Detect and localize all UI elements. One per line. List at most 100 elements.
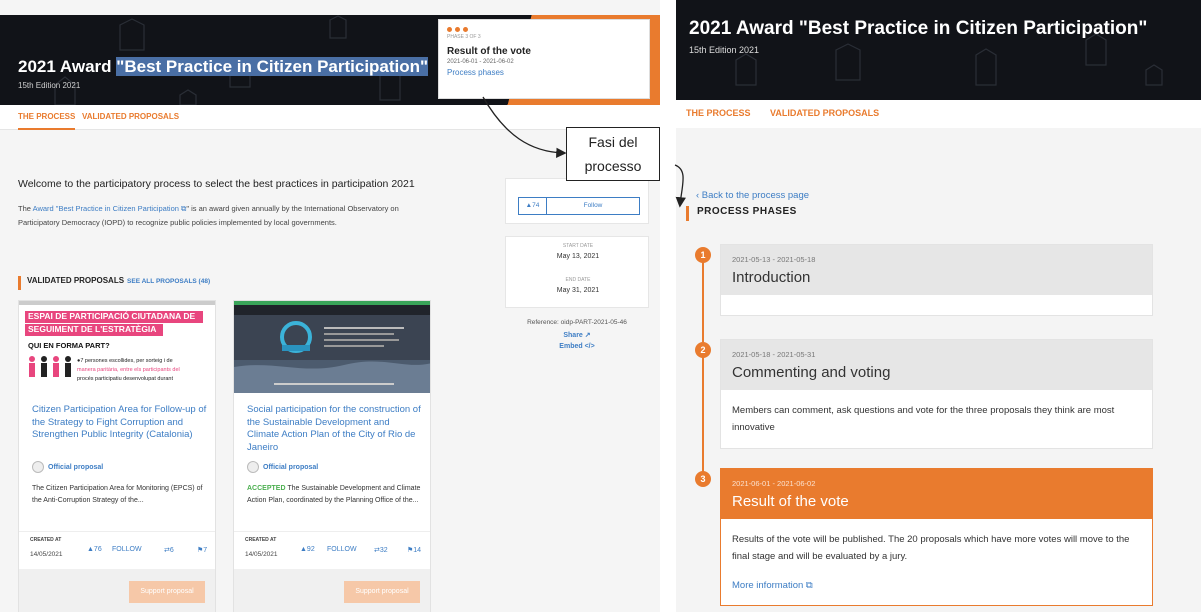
created-label: CREATED AT: [245, 537, 277, 543]
reference-text: Reference: oidp-PART-2021-05-46: [527, 319, 627, 326]
follow-box: ▲74 Follow: [505, 178, 649, 224]
people-icon: [29, 356, 71, 377]
phase-number-badge: 2: [695, 342, 711, 358]
official-proposal-label[interactable]: Official proposal: [48, 464, 103, 471]
proposal-image: [234, 301, 430, 393]
phase-progress-dots: [447, 26, 641, 32]
phase-name: Commenting and voting: [732, 364, 891, 381]
supports-count: ▲76: [87, 546, 102, 553]
back-to-process-link[interactable]: ‹ Back to the process page: [696, 190, 809, 201]
welcome-heading: Welcome to the participatory process to …: [18, 178, 415, 190]
proposal-author: Official proposal: [247, 461, 318, 473]
comments-count: ⇄6: [164, 547, 174, 554]
supports-count: ▲92: [300, 546, 315, 553]
follow-label: Follow: [583, 202, 603, 209]
proposal-card[interactable]: ESPAI DE PARTICIPACIÓ CIUTADANA DE SEGUI…: [18, 300, 216, 612]
award-link[interactable]: Award "Best Practice in Citizen Particip…: [33, 204, 187, 213]
phase-dot: [455, 26, 460, 32]
hero-banner: 2021 Award "Best Practice in Citizen Par…: [676, 0, 1201, 100]
see-all-proposals-link[interactable]: SEE ALL PROPOSALS (48): [127, 278, 210, 285]
divider: [234, 531, 430, 532]
tab-the-process[interactable]: THE PROCESS: [686, 108, 751, 118]
phase-dates: 2021-06-01 - 2021-06-02: [447, 59, 514, 65]
phase-item-commenting: 2021-05-18 - 2021-05-31 Commenting and v…: [720, 339, 1153, 449]
follow-button[interactable]: FOLLOW: [327, 546, 357, 553]
phase-card[interactable]: PHASE 3 OF 3 Result of the vote 2021-06-…: [438, 19, 650, 99]
created-date: 14/05/2021: [30, 551, 63, 558]
created-label: CREATED AT: [30, 537, 62, 543]
dates-box: START DATE May 13, 2021 END DATE May 31,…: [505, 236, 649, 308]
callout-box: Fasi del processo: [566, 127, 660, 181]
phase-item-introduction: 2021-05-13 - 2021-05-18 Introduction: [720, 244, 1153, 316]
image-text: ●7 persones escollides, per sorteig i de: [77, 358, 173, 364]
process-phases-heading: PROCESS PHASES: [686, 206, 797, 221]
hero-title: 2021 Award "Best Practice in Citizen Par…: [18, 57, 429, 77]
phase-number-badge: 1: [695, 247, 711, 263]
phase-dates: 2021-06-01 - 2021-06-02: [732, 479, 816, 488]
callout-text: Fasi del: [588, 134, 638, 150]
phase-name: Result of the vote: [732, 493, 849, 510]
avatar: [32, 461, 44, 473]
phase-counter: PHASE 3 OF 3: [447, 34, 481, 40]
process-phases-link[interactable]: Process phases: [447, 68, 641, 77]
tab-validated-proposals[interactable]: VALIDATED PROPOSALS: [82, 112, 179, 121]
hero-title: 2021 Award "Best Practice in Citizen Par…: [689, 18, 1148, 39]
callout-text: processo: [584, 158, 642, 174]
proposal-description: The Citizen Participation Area for Monit…: [32, 485, 203, 504]
tab-bar: THE PROCESS VALIDATED PROPOSALS: [0, 105, 660, 130]
divider: [19, 531, 215, 532]
left-screenshot: 2021 Award "Best Practice in Citizen Par…: [0, 0, 660, 612]
avatar: [247, 461, 259, 473]
share-link[interactable]: Share ↗: [505, 331, 649, 339]
desc-text: The: [18, 204, 33, 213]
phase-name: Result of the vote: [447, 46, 531, 57]
endorsements-count: ⚑14: [407, 547, 422, 554]
follow-button[interactable]: ▲74 Follow: [518, 197, 640, 215]
image-caption: QUI EN FORMA PART?: [28, 341, 110, 350]
start-date-value: May 13, 2021: [556, 253, 600, 260]
phase-dates: 2021-05-13 - 2021-05-18: [732, 255, 816, 264]
accepted-badge: ACCEPTED: [247, 485, 286, 492]
hero-title-highlight: "Best Practice in Citizen Participation": [116, 57, 429, 76]
hero-subtitle: 15th Edition 2021: [18, 81, 81, 90]
image-text: manera paritària, entre els participants…: [77, 367, 180, 373]
phase-number-badge: 3: [695, 471, 711, 487]
validated-proposals-heading: VALIDATED PROPOSALS SEE ALL PROPOSALS (48…: [18, 276, 210, 290]
tab-the-process[interactable]: THE PROCESS: [18, 112, 76, 130]
proposal-title[interactable]: Social participation for the constructio…: [247, 404, 423, 454]
endorsements-count: ⚑7: [197, 547, 208, 554]
image-text: procés participatiu desenvolupat durant: [77, 376, 174, 382]
official-proposal-label[interactable]: Official proposal: [263, 464, 318, 471]
hero-title-text: 2021 Award: [18, 57, 117, 76]
right-screenshot: 2021 Award "Best Practice in Citizen Par…: [676, 0, 1201, 612]
phase-dates: 2021-05-18 - 2021-05-31: [732, 350, 816, 359]
section-title: VALIDATED PROPOSALS: [27, 276, 125, 285]
phase-dot: [463, 26, 468, 32]
start-date-label: START DATE: [562, 243, 594, 249]
process-description: The Award "Best Practice in Citizen Part…: [18, 202, 438, 230]
phase-name: Introduction: [732, 269, 811, 286]
proposal-author: Official proposal: [32, 461, 103, 473]
image-caption: ESPAI DE PARTICIPACIÓ CIUTADANA DE: [28, 311, 196, 321]
phase-description: Results of the vote will be published. T…: [732, 534, 1130, 562]
phase-dot: [447, 26, 452, 32]
end-date-value: May 31, 2021: [556, 287, 600, 294]
created-date: 14/05/2021: [245, 551, 278, 558]
phase-item-result: 2021-06-01 - 2021-06-02 Result of the vo…: [720, 468, 1153, 606]
proposal-description: ACCEPTED The Sustainable Development and…: [247, 483, 425, 507]
followers-count: ▲74: [519, 198, 547, 214]
more-information-link[interactable]: More information ⧉: [732, 577, 1141, 594]
proposal-title[interactable]: Citizen Participation Area for Follow-up…: [32, 404, 208, 442]
support-proposal-button[interactable]: Support proposal: [129, 581, 205, 603]
follow-button[interactable]: FOLLOW: [112, 546, 142, 553]
proposal-card[interactable]: Social participation for the constructio…: [233, 300, 431, 612]
support-proposal-button[interactable]: Support proposal: [344, 581, 420, 603]
hero-subtitle: 15th Edition 2021: [689, 45, 760, 55]
tab-validated-proposals[interactable]: VALIDATED PROPOSALS: [770, 108, 879, 118]
image-caption: SEGUIMENT DE L'ESTRATÈGIA: [28, 324, 157, 334]
timeline-line: [702, 255, 704, 481]
embed-link[interactable]: Embed </>: [505, 343, 649, 350]
end-date-label: END DATE: [565, 277, 591, 283]
proposal-image: ESPAI DE PARTICIPACIÓ CIUTADANA DE SEGUI…: [19, 301, 215, 393]
phase-description: Members can comment, ask questions and v…: [732, 405, 1115, 433]
